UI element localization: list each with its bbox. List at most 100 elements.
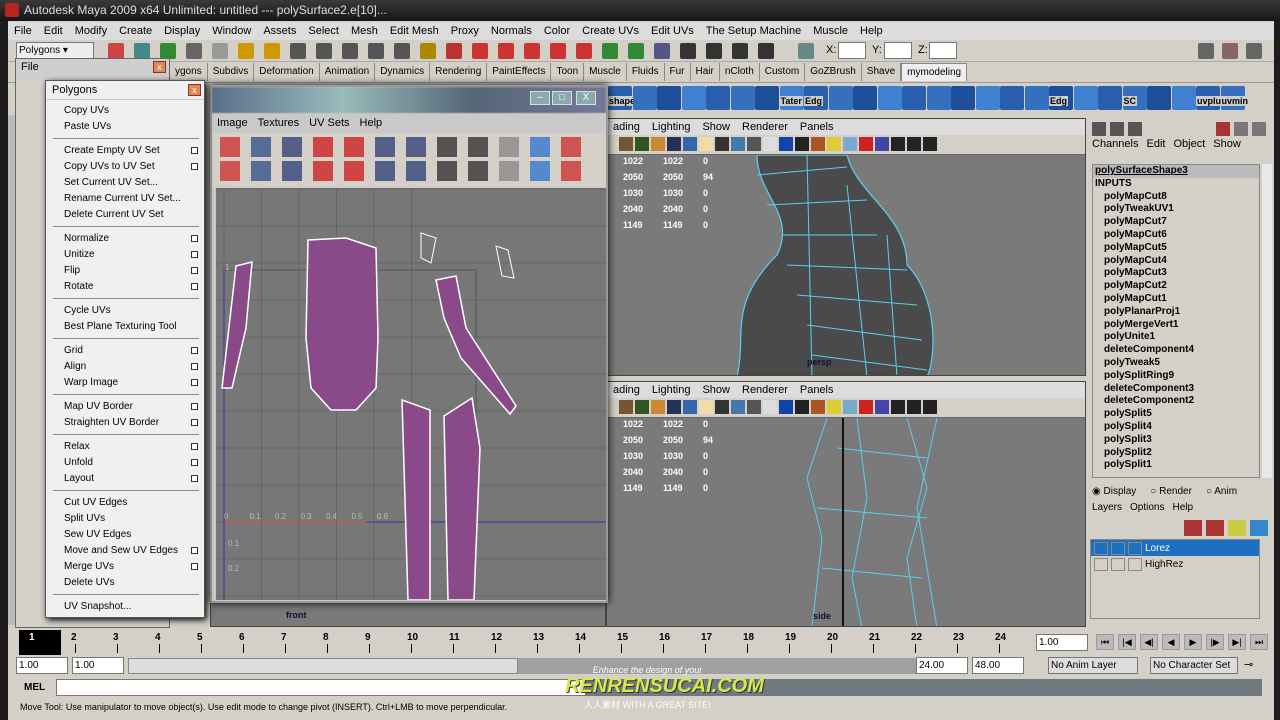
shelf-tab-painteffects[interactable]: PaintEffects bbox=[487, 63, 552, 81]
viewport-tool-icon[interactable] bbox=[779, 400, 793, 414]
end-time-field[interactable]: 48.00 bbox=[972, 657, 1024, 674]
character-set-dropdown[interactable]: No Character Set bbox=[1150, 657, 1238, 674]
viewport-tool-icon[interactable] bbox=[699, 400, 713, 414]
menu-item-move-and-sew-uv-edges[interactable]: Move and Sew UV Edges bbox=[51, 543, 201, 559]
viewport-tool-icon[interactable] bbox=[651, 400, 665, 414]
statusline-tool-icon[interactable] bbox=[680, 43, 696, 59]
uv-tool-icon[interactable] bbox=[251, 161, 271, 181]
key-icon[interactable]: ⊸ bbox=[1244, 658, 1253, 671]
menu-create[interactable]: Create bbox=[113, 22, 158, 40]
menu-item-sew-uv-edges[interactable]: Sew UV Edges bbox=[51, 527, 201, 543]
viewport-menu-lighting[interactable]: Lighting bbox=[646, 119, 697, 135]
shelf-tool-icon[interactable] bbox=[1024, 86, 1049, 110]
snap-icon[interactable] bbox=[798, 43, 814, 59]
input-node[interactable]: deleteComponent4 bbox=[1093, 344, 1259, 357]
uv-tool-icon[interactable] bbox=[406, 161, 426, 181]
viewport-tool-icon[interactable] bbox=[875, 137, 889, 151]
shelf-tab-deformation[interactable]: Deformation bbox=[254, 63, 320, 81]
shelf-tool-icon[interactable] bbox=[1147, 86, 1171, 110]
uv-menu-help[interactable]: Help bbox=[355, 115, 388, 133]
shelf-tab-gozbrush[interactable]: GoZBrush bbox=[805, 63, 862, 81]
viewport-tool-icon[interactable] bbox=[875, 400, 889, 414]
shelf-tool-icon[interactable] bbox=[926, 86, 951, 110]
radio-anim[interactable]: ○ Anim bbox=[1206, 486, 1237, 497]
input-node[interactable]: polyMapCut6 bbox=[1093, 229, 1259, 242]
menu-mesh[interactable]: Mesh bbox=[345, 22, 384, 40]
viewport-tool-icon[interactable] bbox=[635, 400, 649, 414]
uv-canvas[interactable]: 0 0.1 0.2 0.3 0.4 0.5 0.6 0.1 0.2 1 bbox=[216, 188, 606, 601]
channel-menu-edit[interactable]: Edit bbox=[1142, 138, 1169, 154]
uv-tool-icon[interactable] bbox=[313, 137, 333, 157]
playback-end-field[interactable]: 24.00 bbox=[916, 657, 968, 674]
input-node[interactable]: polyMergeVert1 bbox=[1093, 319, 1259, 332]
menu-edit-mesh[interactable]: Edit Mesh bbox=[384, 22, 445, 40]
shelf-tool-icon[interactable] bbox=[853, 86, 877, 110]
shelf-tab-fluids[interactable]: Fluids bbox=[627, 63, 665, 81]
uv-tool-icon[interactable] bbox=[344, 161, 364, 181]
attribute-editor-toggle-icon[interactable] bbox=[1222, 43, 1238, 59]
option-box-icon[interactable] bbox=[191, 283, 198, 290]
viewport-tool-icon[interactable] bbox=[811, 400, 825, 414]
viewport-tool-icon[interactable] bbox=[715, 400, 729, 414]
menu-item-grid[interactable]: Grid bbox=[51, 343, 201, 359]
menu-item-uv-snapshot[interactable]: UV Snapshot... bbox=[51, 599, 201, 615]
viewport-tool-icon[interactable] bbox=[667, 400, 681, 414]
statusline-tool-icon[interactable] bbox=[758, 43, 774, 59]
step-forward-key-button[interactable]: ▶| bbox=[1228, 634, 1246, 650]
menu-window[interactable]: Window bbox=[206, 22, 257, 40]
viewport-tool-icon[interactable] bbox=[747, 137, 761, 151]
menu-item-rename-current-uv-set[interactable]: Rename Current UV Set... bbox=[51, 191, 201, 207]
viewport-menu-panels[interactable]: Panels bbox=[794, 119, 840, 135]
menu-item-copy-uvs-to-uv-set[interactable]: Copy UVs to UV Set bbox=[51, 159, 201, 175]
play-backward-button[interactable]: ◀ bbox=[1162, 634, 1180, 650]
menu-file[interactable]: File bbox=[8, 22, 38, 40]
layer-menu-layers[interactable]: Layers bbox=[1092, 502, 1122, 513]
input-node[interactable]: polySplitRing9 bbox=[1093, 370, 1259, 383]
option-box-icon[interactable] bbox=[191, 347, 198, 354]
input-node[interactable]: polyMapCut4 bbox=[1093, 255, 1259, 268]
viewport-tool-icon[interactable] bbox=[763, 400, 777, 414]
viewport-tool-icon[interactable] bbox=[827, 137, 841, 151]
step-back-frame-button[interactable]: ◀| bbox=[1140, 634, 1158, 650]
menu-item-merge-uvs[interactable]: Merge UVs bbox=[51, 559, 201, 575]
menu-item-delete-uvs[interactable]: Delete UVs bbox=[51, 575, 201, 591]
shelf-tool-icon[interactable] bbox=[706, 86, 730, 110]
visibility-toggle[interactable] bbox=[1094, 541, 1108, 555]
uv-tool-icon[interactable] bbox=[282, 137, 302, 157]
menu-item-align[interactable]: Align bbox=[51, 359, 201, 375]
input-node[interactable]: polyPlanarProj1 bbox=[1093, 306, 1259, 319]
statusline-tool-icon[interactable] bbox=[368, 43, 384, 59]
template-toggle[interactable] bbox=[1111, 541, 1125, 555]
statusline-tool-icon[interactable] bbox=[576, 43, 592, 59]
menu-normals[interactable]: Normals bbox=[485, 22, 538, 40]
uv-tool-icon[interactable] bbox=[499, 137, 519, 157]
option-box-icon[interactable] bbox=[191, 147, 198, 154]
shelf-tab-rendering[interactable]: Rendering bbox=[430, 63, 488, 81]
statusline-tool-icon[interactable] bbox=[342, 43, 358, 59]
option-box-icon[interactable] bbox=[191, 363, 198, 370]
shelf-tool-icon[interactable] bbox=[1171, 86, 1196, 110]
channel-menu-show[interactable]: Show bbox=[1209, 138, 1245, 154]
menu-display[interactable]: Display bbox=[158, 22, 206, 40]
viewport-tool-icon[interactable] bbox=[731, 137, 745, 151]
option-box-icon[interactable] bbox=[191, 379, 198, 386]
menu-item-cut-uv-edges[interactable]: Cut UV Edges bbox=[51, 495, 201, 511]
front-viewport[interactable]: front bbox=[210, 600, 606, 627]
input-node[interactable]: polyUnite1 bbox=[1093, 331, 1259, 344]
option-box-icon[interactable] bbox=[191, 459, 198, 466]
shelf-tool-icon[interactable] bbox=[951, 86, 975, 110]
menu-set-dropdown[interactable]: Polygons ▾ bbox=[16, 42, 94, 59]
viewport-tool-icon[interactable] bbox=[923, 400, 937, 414]
uv-tool-icon[interactable] bbox=[375, 137, 395, 157]
menu-item-straighten-uv-border[interactable]: Straighten UV Border bbox=[51, 415, 201, 431]
menu-assets[interactable]: Assets bbox=[257, 22, 302, 40]
channel-menu-channels[interactable]: Channels bbox=[1088, 138, 1142, 154]
menu-item-rotate[interactable]: Rotate bbox=[51, 279, 201, 295]
option-box-icon[interactable] bbox=[191, 563, 198, 570]
shelf-tab-fur[interactable]: Fur bbox=[665, 63, 691, 81]
menu-modify[interactable]: Modify bbox=[69, 22, 113, 40]
option-box-icon[interactable] bbox=[191, 443, 198, 450]
input-node[interactable]: polyMapCut7 bbox=[1093, 216, 1259, 229]
input-node[interactable]: polySplit4 bbox=[1093, 421, 1259, 434]
menu-item-flip[interactable]: Flip bbox=[51, 263, 201, 279]
